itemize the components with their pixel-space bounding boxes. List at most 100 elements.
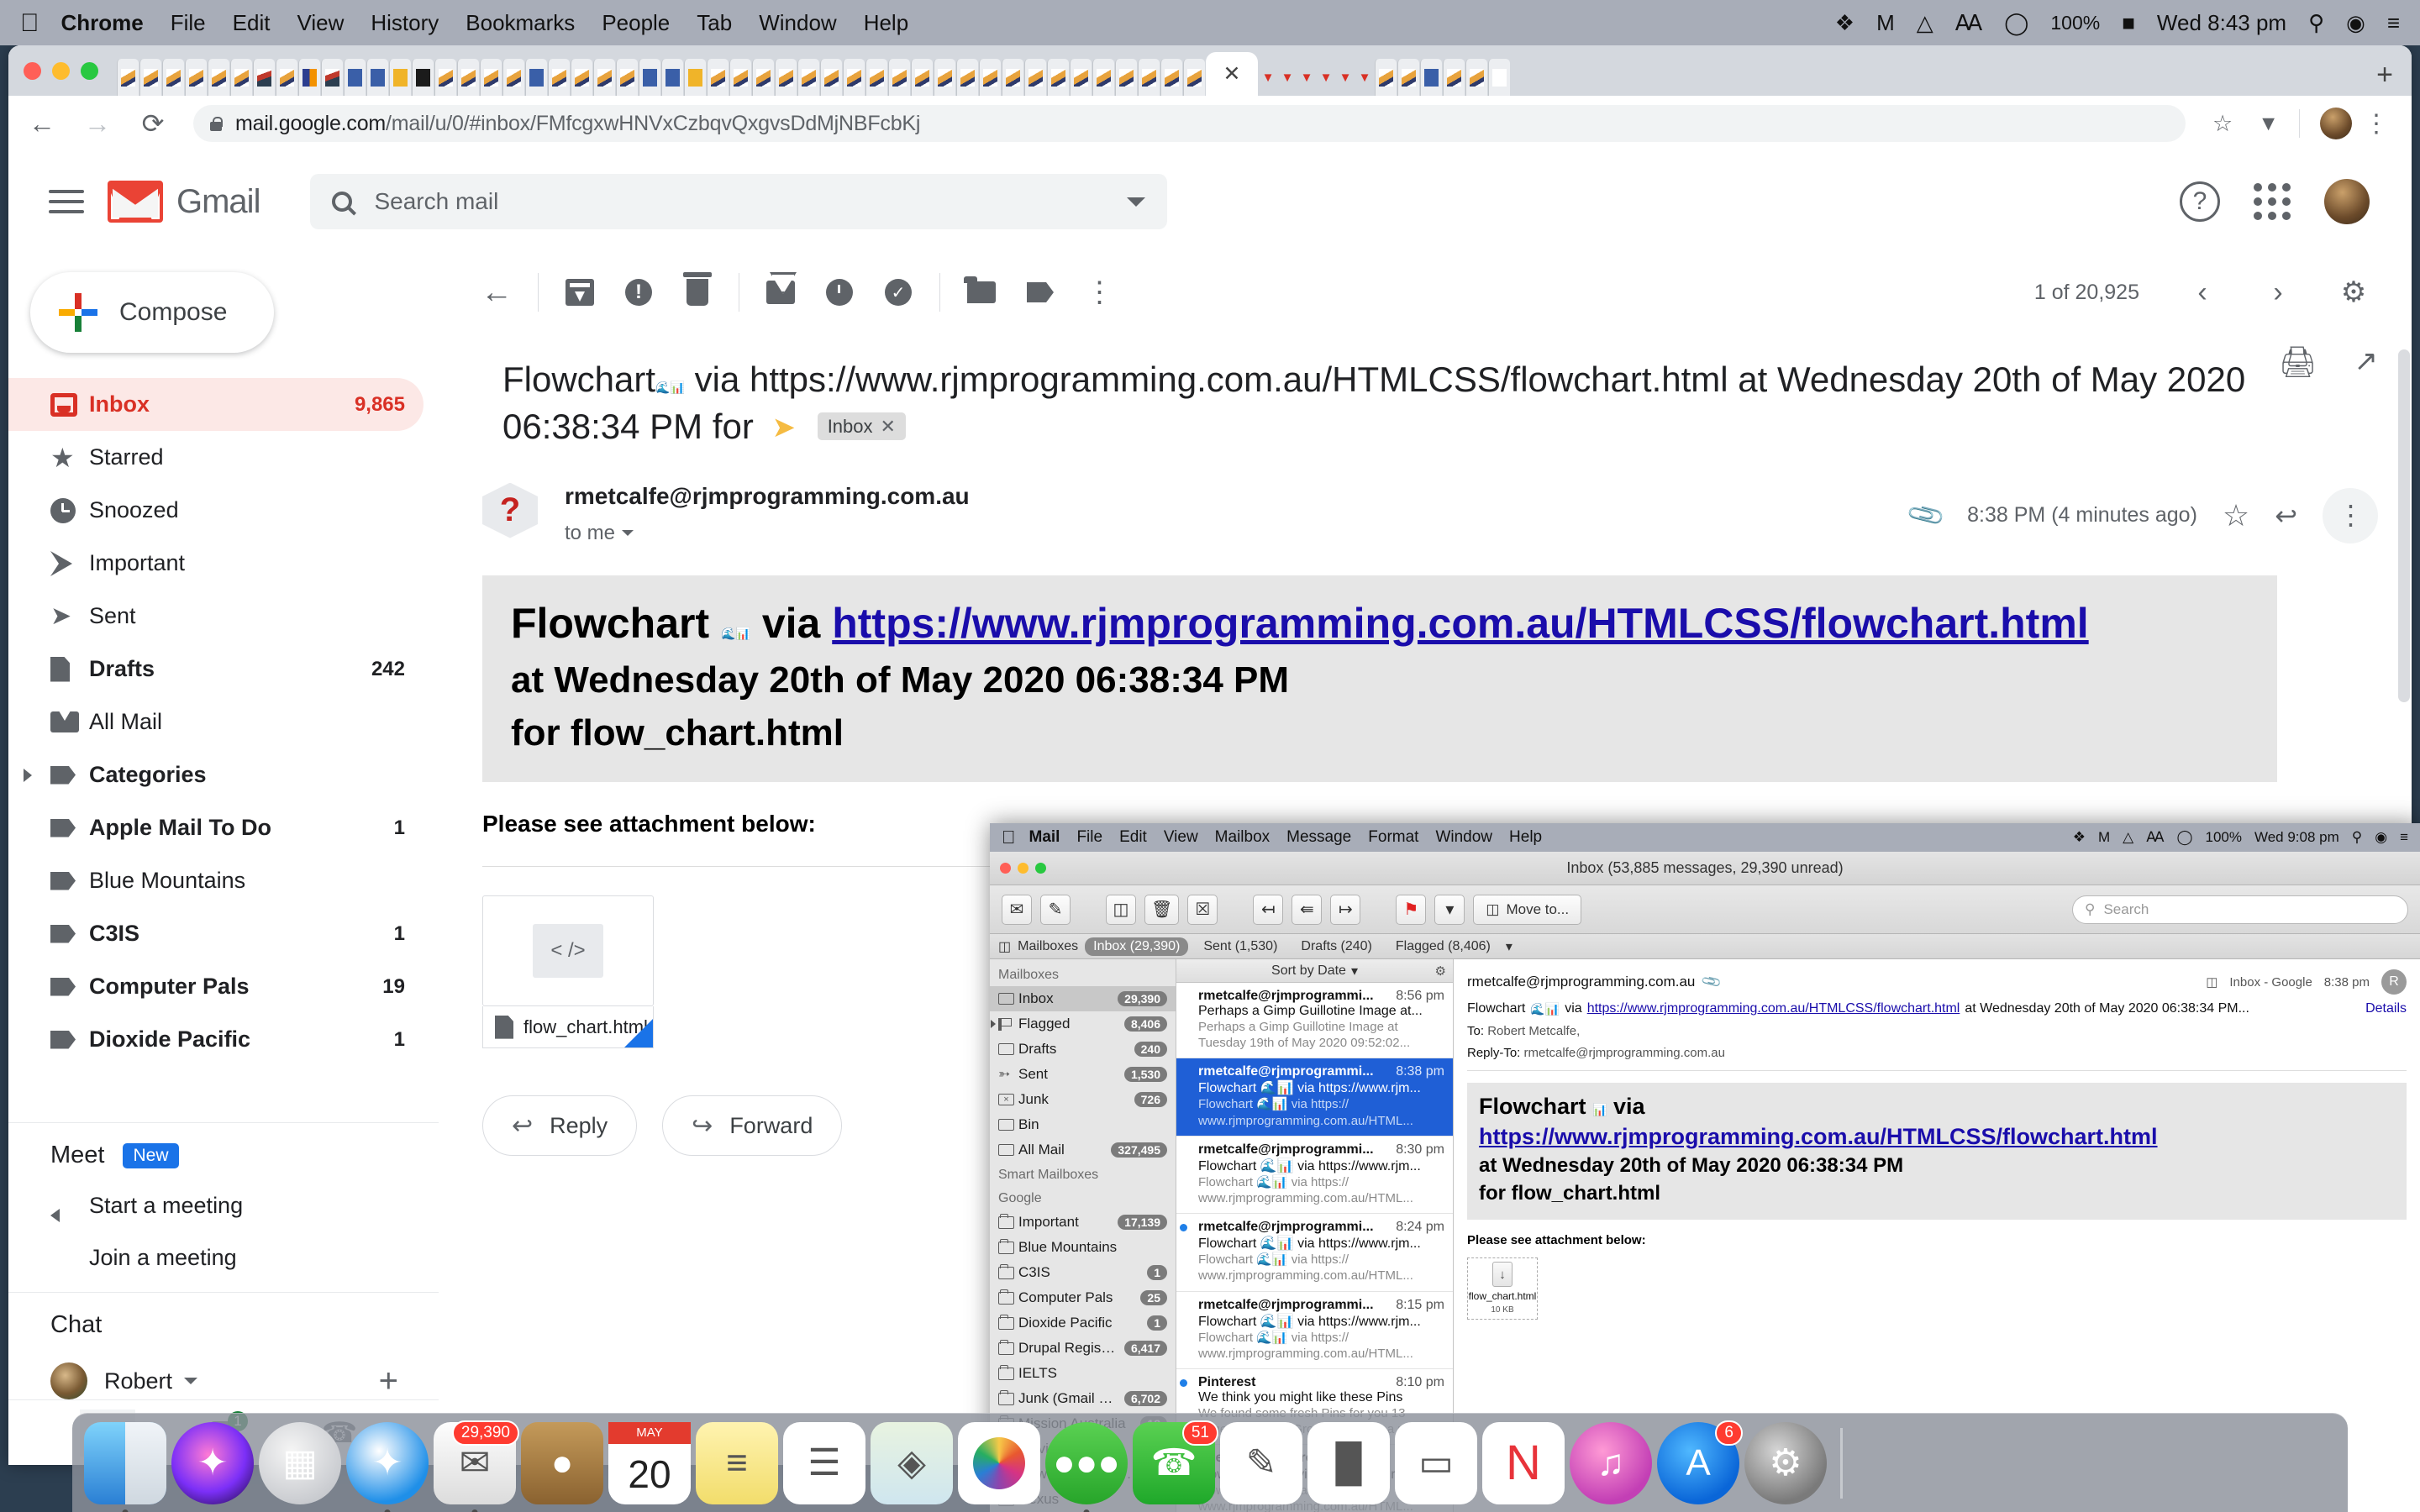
spotlight-icon[interactable]: ⚲: [2308, 10, 2324, 36]
expand-chevron-icon[interactable]: [991, 1020, 996, 1028]
new-tab-button[interactable]: +: [2360, 60, 2412, 96]
sidebar-item-inbox[interactable]: Inbox 9,865: [8, 378, 424, 431]
mailboxes-toggle-icon[interactable]: ◫: [998, 938, 1011, 955]
mail-list-item[interactable]: rmetcalfe@rjmprogrammi... 8:15 pm Flowchar…: [1176, 1292, 1453, 1369]
browser-tab[interactable]: [276, 59, 297, 96]
menu-item-help[interactable]: Help: [864, 10, 908, 36]
compose-button[interactable]: Compose: [30, 272, 274, 353]
mail-search-input[interactable]: ⚲ Search: [2072, 895, 2408, 924]
delete-button[interactable]: [668, 263, 727, 322]
dock-item-mail[interactable]: ✉ 29,390: [434, 1420, 519, 1512]
browser-tab[interactable]: [139, 59, 161, 96]
extension-icon[interactable]: ▼: [2258, 112, 2279, 136]
close-icon[interactable]: ✕: [1223, 61, 1241, 87]
mail-menu-item-mail[interactable]: Mail: [1029, 828, 1060, 847]
mark-unread-button[interactable]: [751, 263, 810, 322]
browser-tab-active[interactable]: ✕: [1206, 52, 1258, 96]
bookmark-star-icon[interactable]: ☆: [2212, 111, 2233, 137]
browser-tab[interactable]: [253, 59, 275, 96]
archive-button[interactable]: ◫: [1106, 894, 1136, 925]
url-input[interactable]: mail.google.com/mail/u/0/#inbox/FMfcgxwH…: [193, 105, 2186, 142]
mail-menu-item-mailbox[interactable]: Mailbox: [1215, 828, 1270, 847]
browser-tab[interactable]: [548, 59, 570, 96]
menu-item-view[interactable]: View: [297, 10, 344, 36]
bluetooth-status-icon[interactable]: Ꜳ: [1955, 10, 1983, 36]
sidebar-item-all-mail[interactable]: All Mail: [8, 696, 424, 748]
mail-sidebar-item-all-mail[interactable]: All Mail 327,495: [990, 1137, 1176, 1163]
mail-list-item[interactable]: rmetcalfe@rjmprogrammi... 8:56 pm Perhaps …: [1176, 983, 1453, 1059]
chevron-down-icon[interactable]: ▼: [1278, 59, 1297, 96]
browser-tab[interactable]: [1160, 59, 1182, 96]
reload-icon[interactable]: ⟳: [138, 108, 168, 139]
browser-tab[interactable]: [684, 59, 706, 96]
siri-icon[interactable]: ◉: [2346, 10, 2365, 36]
dock-item-notes[interactable]: ≡: [696, 1421, 778, 1504]
support-icon[interactable]: ?: [2180, 181, 2220, 222]
browser-tab[interactable]: [502, 59, 524, 96]
browser-tab[interactable]: [366, 59, 388, 96]
dock-item-itunes[interactable]: ♫: [1570, 1421, 1652, 1504]
close-window-button[interactable]: [24, 61, 41, 80]
remove-label-icon[interactable]: ✕: [881, 416, 896, 437]
menu-item-tab[interactable]: Tab: [697, 10, 732, 36]
bluetooth-status-icon[interactable]: Ꜳ: [2146, 829, 2164, 846]
reader-attachment[interactable]: ↓ flow_chart.html 10 KB: [1467, 1257, 1538, 1320]
reader-flowchart-link[interactable]: https://www.rjmprogramming.com.au/HTMLCS…: [1479, 1124, 2158, 1149]
menu-item-edit[interactable]: Edit: [233, 10, 271, 36]
labels-button[interactable]: [1011, 263, 1070, 322]
browser-tab[interactable]: [888, 59, 910, 96]
snooze-button[interactable]: [810, 263, 869, 322]
browser-tab[interactable]: [457, 59, 479, 96]
recipient-line[interactable]: to me: [565, 522, 1911, 545]
mail-menu-item-message[interactable]: Message: [1286, 828, 1351, 847]
google-apps-icon[interactable]: [2254, 183, 2291, 220]
menu-item-bookmarks[interactable]: Bookmarks: [466, 10, 575, 36]
browser-tab[interactable]: [956, 59, 978, 96]
attachment-preview[interactable]: < />: [482, 895, 654, 1007]
forward-button[interactable]: ↦: [1330, 894, 1361, 925]
favbar-chip-inbox[interactable]: Inbox (29,390): [1085, 937, 1189, 956]
reply-button[interactable]: ↤: [1253, 894, 1284, 925]
malwarebytes-status-icon[interactable]: M: [1876, 10, 1895, 36]
chevron-down-icon[interactable]: ▼: [1355, 59, 1374, 96]
gmail-logo[interactable]: Gmail: [108, 181, 260, 223]
dropbox-status-icon[interactable]: ❖: [1835, 10, 1854, 36]
mail-sidebar-item-inbox[interactable]: Inbox 29,390: [990, 986, 1176, 1011]
browser-tab[interactable]: [412, 59, 434, 96]
browser-tab[interactable]: [389, 59, 411, 96]
dock-item-facetime[interactable]: ☎ 51: [1133, 1420, 1218, 1504]
browser-tab[interactable]: [865, 59, 887, 96]
add-contact-button[interactable]: +: [379, 1364, 439, 1398]
browser-tab[interactable]: [1465, 59, 1487, 96]
browser-tab[interactable]: [571, 59, 592, 96]
mail-sidebar-item-dioxide-pacific[interactable]: Dioxide Pacific 1: [990, 1310, 1176, 1336]
browser-tab[interactable]: [775, 59, 797, 96]
browser-tab[interactable]: [185, 59, 207, 96]
mail-menu-item-window[interactable]: Window: [1435, 828, 1492, 847]
dock-item-keynote[interactable]: ▭: [1395, 1421, 1477, 1504]
sidebar-item-drafts[interactable]: Drafts 242: [8, 643, 424, 696]
mail-sidebar-item-important[interactable]: Important 17,139: [990, 1210, 1176, 1235]
favbar-chevron-down-icon[interactable]: ▾: [1506, 938, 1512, 955]
dock-item-launchpad[interactable]: ▦: [259, 1421, 341, 1504]
join-a-meeting-item[interactable]: Join a meeting: [8, 1231, 439, 1284]
menu-clock[interactable]: Wed 9:08 pm: [2254, 829, 2339, 846]
chevron-down-icon[interactable]: ▼: [1259, 59, 1277, 96]
mail-menu-item-view[interactable]: View: [1164, 828, 1198, 847]
browser-tab[interactable]: [1488, 59, 1510, 96]
browser-tab[interactable]: [321, 59, 343, 96]
previous-message-button[interactable]: ‹: [2173, 263, 2232, 322]
spotlight-icon[interactable]: ⚲: [2352, 829, 2362, 846]
reply-button[interactable]: ↩ Reply: [482, 1095, 638, 1157]
mail-sidebar-item-blue-mountains[interactable]: Blue Mountains: [990, 1235, 1176, 1260]
browser-tab[interactable]: [707, 59, 729, 96]
mail-list-item[interactable]: rmetcalfe@rjmprogrammi... 8:24 pm Flowchar…: [1176, 1214, 1453, 1292]
browser-tab[interactable]: [639, 59, 660, 96]
chrome-profile-avatar[interactable]: [2320, 108, 2352, 139]
mail-sidebar-item-drafts[interactable]: Drafts 240: [990, 1037, 1176, 1062]
account-avatar[interactable]: [2324, 179, 2370, 224]
browser-tab[interactable]: [729, 59, 751, 96]
settings-button[interactable]: ⚙: [2324, 263, 2383, 322]
chevron-down-icon[interactable]: ▾: [1351, 963, 1358, 979]
browser-tab[interactable]: [934, 59, 955, 96]
